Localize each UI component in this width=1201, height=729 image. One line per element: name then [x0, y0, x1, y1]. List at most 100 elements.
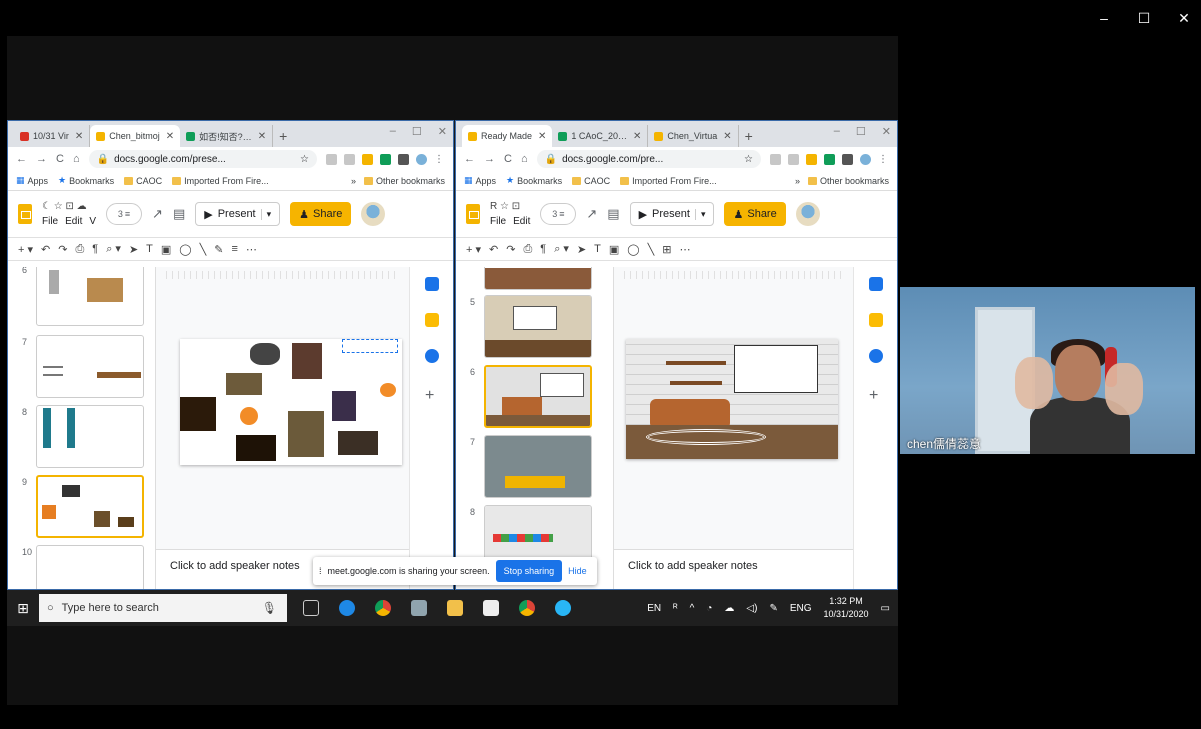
- close-icon[interactable]: ✕: [438, 125, 447, 138]
- slide-thumbnail[interactable]: [484, 295, 592, 358]
- keep-icon[interactable]: [869, 313, 883, 327]
- notification-icon[interactable]: ▭: [881, 603, 890, 614]
- tab-close-icon[interactable]: ✕: [538, 131, 546, 142]
- chevron-right-icon[interactable]: »: [351, 176, 356, 186]
- bookmark-apps[interactable]: ▦ Apps: [464, 175, 496, 186]
- calendar-icon[interactable]: [425, 277, 439, 291]
- puzzle-icon[interactable]: [398, 153, 409, 165]
- undo-icon[interactable]: ↶: [41, 243, 50, 256]
- minimize-icon[interactable]: –: [390, 125, 396, 138]
- textbox-icon[interactable]: T: [594, 243, 601, 255]
- slide-filmstrip[interactable]: 6 7 8 9 10: [8, 267, 156, 589]
- bookmark-bookmarks[interactable]: ★ Bookmarks: [58, 175, 114, 186]
- microphone-icon[interactable]: 🎙: [262, 601, 277, 615]
- edge-icon[interactable]: [339, 600, 355, 616]
- tab-1[interactable]: 10/31 Vir ✕: [14, 125, 91, 147]
- bookmark-other[interactable]: Other bookmarks: [363, 176, 445, 186]
- bookmark-imported[interactable]: Imported From Fire...: [172, 176, 269, 186]
- minimize-icon[interactable]: –: [834, 125, 840, 138]
- home-icon[interactable]: ⌂: [521, 153, 528, 165]
- pen-icon[interactable]: ✎: [214, 243, 223, 256]
- slides-logo-icon[interactable]: [466, 204, 480, 224]
- forward-icon[interactable]: →: [36, 153, 47, 165]
- volume-icon[interactable]: ◁): [746, 603, 757, 614]
- avatar[interactable]: [361, 202, 386, 226]
- select-icon[interactable]: ➤: [129, 243, 138, 256]
- tab-close-icon[interactable]: ✕: [723, 131, 731, 142]
- calendar-icon[interactable]: [869, 277, 883, 291]
- store-icon[interactable]: [483, 600, 499, 616]
- tasks-icon[interactable]: [425, 349, 439, 363]
- redo-icon[interactable]: ↷: [58, 243, 67, 256]
- chevron-down-icon[interactable]: ▾: [260, 208, 271, 220]
- hide-button[interactable]: Hide: [568, 566, 587, 576]
- shape-icon[interactable]: ◯: [627, 243, 639, 256]
- redo-icon[interactable]: ↷: [506, 243, 515, 256]
- tab-2[interactable]: Chen_bitmoj ✕: [90, 125, 181, 147]
- paint-format-icon[interactable]: ¶: [540, 243, 546, 255]
- shape-icon[interactable]: ◯: [179, 243, 191, 256]
- add-icon[interactable]: + ▾: [466, 243, 481, 256]
- slide-thumbnail[interactable]: [484, 267, 592, 290]
- forward-icon[interactable]: →: [484, 153, 495, 165]
- new-tab-button[interactable]: +: [273, 125, 293, 147]
- insert-icon[interactable]: ⊞: [662, 243, 671, 256]
- profile-icon[interactable]: [860, 153, 871, 165]
- chevron-up-icon[interactable]: ^: [690, 603, 695, 614]
- star-icon[interactable]: ☆: [300, 154, 309, 165]
- print-icon[interactable]: ⎙: [75, 243, 84, 256]
- windows-start-icon[interactable]: ⊞: [7, 600, 39, 617]
- bookmark-imported[interactable]: Imported From Fire...: [620, 176, 717, 186]
- stop-sharing-button[interactable]: Stop sharing: [495, 560, 563, 582]
- bookmark-other[interactable]: Other bookmarks: [807, 176, 889, 186]
- keep-icon[interactable]: [425, 313, 439, 327]
- tab-close-icon[interactable]: ✕: [75, 131, 83, 142]
- pen-icon[interactable]: ✎: [769, 603, 777, 614]
- paint-format-icon[interactable]: ¶: [92, 243, 98, 255]
- chevron-down-icon[interactable]: ▾: [694, 208, 705, 220]
- tab-close-icon[interactable]: ✕: [633, 131, 641, 142]
- person-icon[interactable]: ᴿ: [673, 603, 678, 614]
- tab-2[interactable]: 1 CAoC_20… ✕: [552, 125, 649, 147]
- puzzle-icon[interactable]: [842, 153, 853, 165]
- reload-icon[interactable]: C: [56, 153, 64, 165]
- align-icon[interactable]: ≡: [231, 243, 237, 255]
- more-icon[interactable]: ⋮: [878, 154, 889, 165]
- share-button[interactable]: ♟ Share: [724, 202, 786, 226]
- extension-icon[interactable]: [380, 153, 391, 165]
- bookmark-caoc[interactable]: CAOC: [572, 176, 610, 186]
- activity-icon[interactable]: ↗: [586, 206, 597, 222]
- slide-filmstrip[interactable]: 5 6 7 8: [456, 267, 614, 589]
- line-icon[interactable]: ╲: [648, 243, 655, 256]
- share-button[interactable]: ♟ Share: [290, 202, 352, 226]
- zoom-icon[interactable]: ⌕ ▾: [554, 242, 569, 256]
- add-addon-icon[interactable]: +: [425, 387, 439, 404]
- tab-3[interactable]: Chen_Virtua ✕: [648, 125, 739, 147]
- slide-canvas[interactable]: [180, 339, 402, 465]
- slide-canvas[interactable]: [626, 339, 838, 459]
- extension-icon[interactable]: [344, 153, 355, 165]
- language-indicator[interactable]: ENG: [790, 603, 812, 614]
- bookmark-apps[interactable]: ▦ Apps: [16, 175, 48, 186]
- zoom-icon[interactable]: ⌕ ▾: [106, 242, 121, 256]
- extension-icon[interactable]: [788, 153, 799, 165]
- undo-icon[interactable]: ↶: [489, 243, 498, 256]
- tasks-icon[interactable]: [869, 349, 883, 363]
- address-bar[interactable]: 🔒 docs.google.com/prese... ☆: [88, 150, 317, 168]
- chrome-icon[interactable]: [375, 600, 391, 616]
- textbox-icon[interactable]: T: [146, 243, 153, 255]
- extension-icon[interactable]: [326, 153, 337, 165]
- comment-icon[interactable]: ▤: [173, 206, 185, 222]
- more-icon[interactable]: ⋯: [679, 243, 690, 256]
- slide-thumbnail[interactable]: [484, 435, 592, 498]
- profile-icon[interactable]: [416, 153, 427, 165]
- chrome-profile-icon[interactable]: [519, 600, 535, 616]
- star-icon[interactable]: ☆: [744, 154, 753, 165]
- add-icon[interactable]: + ▾: [18, 243, 33, 256]
- slide-thumbnail-selected[interactable]: [36, 475, 144, 538]
- slide-thumbnail[interactable]: [36, 545, 144, 589]
- minimize-icon[interactable]: –: [1097, 10, 1111, 27]
- slides-logo-icon[interactable]: [18, 204, 32, 224]
- back-icon[interactable]: ←: [464, 153, 475, 165]
- add-addon-icon[interactable]: +: [869, 387, 883, 404]
